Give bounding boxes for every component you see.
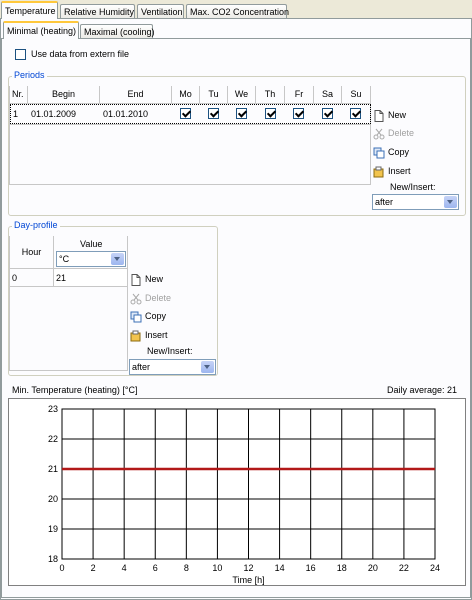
periods-copy-label: Copy: [388, 147, 410, 157]
tab-relative-humidity[interactable]: Relative Humidity: [60, 4, 135, 18]
periods-delete-button[interactable]: Delete: [373, 125, 414, 141]
insert-icon: [373, 166, 385, 178]
x-tick-label: 4: [122, 563, 127, 573]
x-tick-label: 8: [184, 563, 189, 573]
period-we-checkbox[interactable]: [236, 108, 247, 119]
daily-average: Daily average: 21: [386, 385, 457, 395]
unit-value: °C: [59, 254, 70, 264]
y-tick-label: 20: [48, 494, 58, 504]
periods-header-mo: Mo: [172, 86, 200, 104]
new-document-icon: [130, 273, 142, 286]
copy-icon: [130, 311, 142, 323]
x-tick-label: 0: [59, 563, 64, 573]
periods-header-th: Th: [256, 86, 285, 104]
x-tick-label: 24: [430, 563, 440, 573]
period-nr: 1: [13, 109, 19, 119]
x-tick-label: 20: [368, 563, 378, 573]
x-tick-label: 2: [91, 563, 96, 573]
tab-maximal-cooling[interactable]: Maximal (cooling): [80, 24, 155, 38]
day-profile-new-insert-label: New/Insert:: [147, 346, 193, 356]
periods-new-button[interactable]: New: [373, 107, 406, 123]
tab-ventilation[interactable]: Ventilation: [137, 4, 184, 18]
periods-header-tu: Tu: [200, 86, 228, 104]
x-tick-label: 6: [153, 563, 158, 573]
periods-header-nr: Nr.: [10, 86, 28, 104]
chevron-down-icon: [111, 253, 124, 265]
y-tick-label: 18: [48, 554, 58, 564]
periods-header-su: Su: [342, 86, 371, 104]
periods-insert-button[interactable]: Insert: [373, 163, 411, 179]
insert-icon: [130, 330, 142, 342]
day-profile-delete-button[interactable]: Delete: [130, 290, 171, 306]
chevron-down-icon: [444, 196, 457, 208]
periods-new-insert-label: New/Insert:: [390, 182, 436, 192]
day-profile-copy-button[interactable]: Copy: [130, 308, 166, 324]
x-tick-label: 10: [212, 563, 222, 573]
periods-copy-button[interactable]: Copy: [373, 144, 409, 160]
x-tick-label: 12: [243, 563, 253, 573]
day-profile-header-hour: Hour: [10, 236, 54, 269]
periods-header-begin: Begin: [28, 86, 100, 104]
scissors-icon: [130, 293, 142, 305]
x-tick-label: 16: [306, 563, 316, 573]
period-su-checkbox[interactable]: [350, 108, 361, 119]
period-end[interactable]: 01.01.2010: [103, 109, 148, 119]
periods-delete-label: Delete: [388, 128, 415, 138]
periods-insert-label: Insert: [388, 166, 411, 176]
periods-new-label: New: [388, 110, 407, 120]
y-tick-label: 19: [48, 524, 58, 534]
chart-title: Min. Temperature (heating) [°C]: [12, 385, 138, 395]
y-tick-label: 22: [48, 434, 58, 444]
day-profile-new-insert-value: after: [132, 362, 151, 372]
periods-title: Periods: [12, 70, 47, 80]
extern-file-checkbox[interactable]: [15, 49, 26, 60]
temperature-chart: 0 2 4 6 8 10 12 14 16 18 20 22 24181920212223Time [h…: [48, 404, 440, 585]
day-profile-insert-button[interactable]: Insert: [130, 327, 168, 343]
new-document-icon: [373, 109, 385, 122]
tab-max-co2[interactable]: Max. CO2 Concentration: [186, 4, 289, 18]
x-tick-label: 14: [275, 563, 285, 573]
unit-select[interactable]: °C: [56, 251, 126, 267]
tab-minimal-heating[interactable]: Minimal (heating): [3, 21, 79, 39]
day-profile-hour-cell[interactable]: 0: [10, 269, 54, 287]
day-profile-new-label: New: [145, 274, 164, 284]
periods-new-insert-value: after: [375, 197, 394, 207]
periods-new-insert-select[interactable]: after: [372, 194, 459, 210]
outer-tab-strip: Temperature Relative Humidity Ventilatio…: [0, 0, 472, 20]
x-tick-label: 18: [337, 563, 347, 573]
periods-header-end: End: [100, 86, 172, 104]
copy-icon: [373, 147, 385, 159]
y-tick-label: 21: [48, 464, 58, 474]
day-profile-delete-label: Delete: [145, 293, 172, 303]
scissors-icon: [373, 128, 385, 140]
period-sa-checkbox[interactable]: [322, 108, 333, 119]
period-mo-checkbox[interactable]: [180, 108, 191, 119]
day-profile-value-cell[interactable]: 21: [54, 269, 128, 287]
day-profile-new-insert-select[interactable]: after: [129, 359, 216, 375]
period-begin[interactable]: 01.01.2009: [31, 109, 76, 119]
period-fr-checkbox[interactable]: [293, 108, 304, 119]
x-tick-label: 22: [399, 563, 409, 573]
periods-header-we: We: [228, 86, 256, 104]
period-tu-checkbox[interactable]: [208, 108, 219, 119]
day-profile-title: Day-profile: [12, 220, 60, 230]
x-axis-label: Time [h]: [232, 575, 264, 585]
tab-temperature[interactable]: Temperature: [1, 1, 58, 19]
day-profile-header-value-label: Value: [80, 239, 103, 249]
extern-file-label: Use data from extern file: [31, 49, 130, 59]
day-profile-insert-label: Insert: [145, 330, 168, 340]
periods-header-sa: Sa: [314, 86, 342, 104]
day-profile-copy-label: Copy: [145, 311, 167, 321]
chevron-down-icon: [201, 361, 214, 373]
period-th-checkbox[interactable]: [265, 108, 276, 119]
y-tick-label: 23: [48, 404, 58, 414]
periods-header-fr: Fr: [285, 86, 314, 104]
day-profile-new-button[interactable]: New: [130, 271, 163, 287]
periods-table-empty-area: [9, 125, 371, 185]
